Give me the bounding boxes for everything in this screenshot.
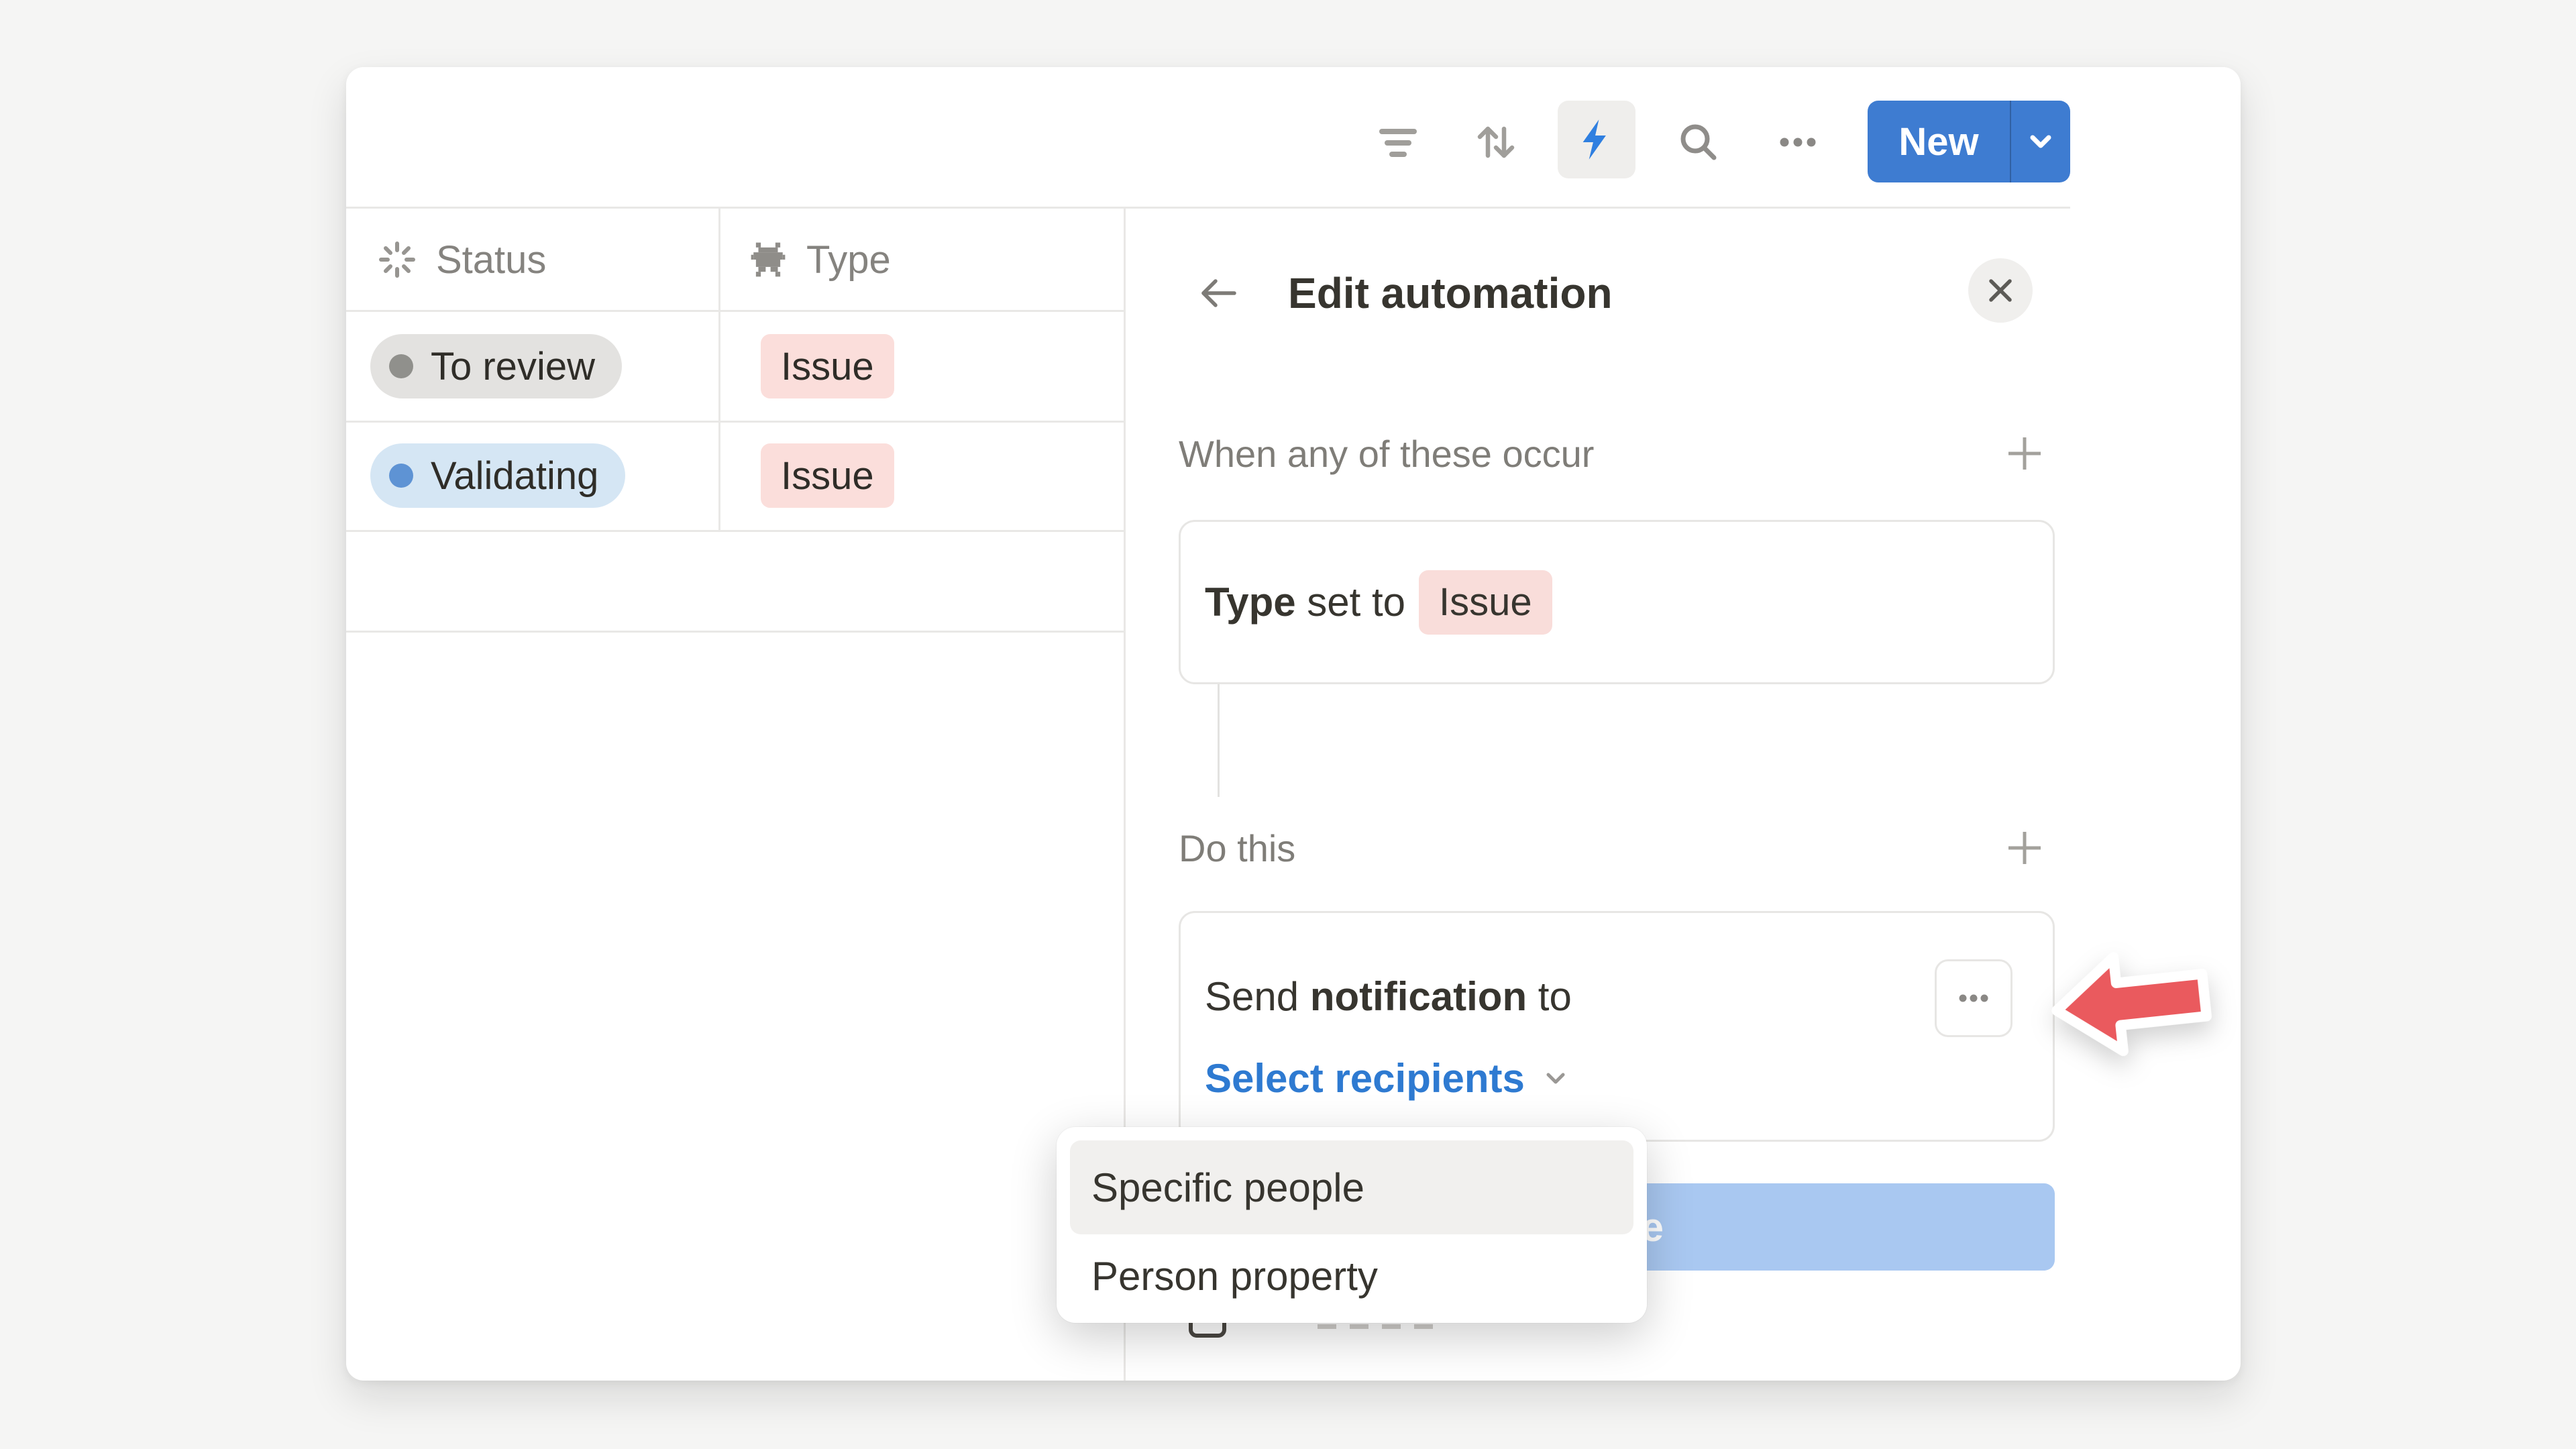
column-header-label: Type	[806, 237, 891, 282]
select-recipients-label[interactable]: Select recipients	[1205, 1055, 1525, 1102]
trigger-value-label: Issue	[1439, 580, 1532, 625]
table-row-0-type-cell[interactable]: Issue	[761, 334, 894, 398]
menu-item-person-property[interactable]: Person property	[1070, 1236, 1633, 1316]
column-header-status[interactable]: Status	[377, 211, 546, 309]
chevron-down-icon	[1541, 1063, 1570, 1093]
table-row-0-status-cell[interactable]: To review	[370, 334, 622, 398]
action-description: Send notification to	[1205, 972, 1572, 1020]
page-background: New Status	[0, 0, 2576, 1449]
chevron-down-icon	[2025, 125, 2057, 158]
arrow-left-icon	[1195, 270, 1241, 316]
table-line	[346, 310, 1124, 312]
sort-icon	[1470, 117, 1521, 168]
bug-icon	[749, 240, 788, 279]
recipients-dropdown-menu: Specific people Person property	[1057, 1127, 1647, 1323]
type-tag-label: Issue	[781, 453, 874, 498]
hidden-text-fragment	[1350, 1324, 1368, 1329]
trigger-verb-text: set to	[1307, 579, 1405, 625]
table-line	[346, 421, 1124, 423]
trigger-property: Type	[1205, 579, 1296, 625]
status-dot-icon	[389, 354, 413, 378]
new-button-label[interactable]: New	[1868, 101, 2010, 182]
type-tag-label: Issue	[781, 344, 874, 389]
action-text-bold: notification	[1310, 973, 1527, 1020]
new-dropdown-button[interactable]	[2011, 101, 2070, 182]
trigger-value-tag: Issue	[1419, 570, 1552, 635]
sort-button[interactable]	[1470, 117, 1521, 168]
column-header-label: Status	[436, 237, 546, 282]
action-more-button[interactable]	[1935, 959, 2012, 1037]
annotation-arrow-icon	[2040, 930, 2220, 1075]
trigger-card[interactable]: Type set to Issue	[1179, 520, 2055, 684]
ellipsis-icon	[1953, 978, 1994, 1018]
status-pill[interactable]: To review	[370, 334, 622, 398]
table-line	[346, 631, 1124, 633]
flow-connector-line	[1218, 684, 1220, 797]
add-trigger-button[interactable]	[2003, 432, 2046, 475]
space	[1299, 973, 1310, 1020]
panel-title: Edit automation	[1288, 266, 1613, 320]
menu-item-label: Specific people	[1091, 1165, 1364, 1211]
table-row-1-status-cell[interactable]: Validating	[370, 444, 625, 507]
hidden-text-fragment	[1414, 1324, 1433, 1329]
ellipsis-icon	[1772, 117, 1823, 168]
select-recipients-dropdown[interactable]: Select recipients	[1205, 1054, 1570, 1102]
close-button[interactable]	[1968, 258, 2033, 323]
hidden-text-fragment	[1318, 1324, 1336, 1329]
column-divider	[718, 208, 720, 530]
type-tag[interactable]: Issue	[761, 443, 894, 508]
filter-icon	[1373, 117, 1424, 168]
status-dot-icon	[389, 464, 413, 488]
action-text-post: to	[1538, 973, 1572, 1020]
search-button[interactable]	[1673, 117, 1724, 168]
status-spinner-icon	[377, 239, 417, 280]
action-section-label: Do this	[1179, 824, 1295, 872]
plus-icon	[2003, 432, 2046, 475]
plus-icon	[2003, 826, 2046, 869]
space	[1527, 973, 1538, 1020]
status-pill-label: Validating	[431, 453, 598, 498]
menu-item-label: Person property	[1091, 1253, 1378, 1299]
action-text-pre: Send	[1205, 973, 1299, 1020]
action-card[interactable]: Send notification to Select recipients	[1179, 911, 2055, 1142]
new-button[interactable]: New	[1868, 101, 2070, 182]
lightning-icon	[1574, 117, 1619, 162]
back-button[interactable]	[1195, 270, 1241, 316]
more-options-button[interactable]	[1772, 117, 1823, 168]
type-tag[interactable]: Issue	[761, 334, 894, 398]
trigger-section-label: When any of these occur	[1179, 429, 1594, 478]
hidden-text-fragment	[1382, 1324, 1401, 1329]
table-line	[346, 530, 1124, 532]
trigger-verb	[1296, 579, 1307, 625]
automations-button[interactable]	[1558, 101, 1635, 178]
filter-button[interactable]	[1373, 117, 1424, 168]
table-row-1-type-cell[interactable]: Issue	[761, 444, 894, 507]
status-pill-label: To review	[431, 344, 595, 389]
close-icon	[1986, 276, 2015, 305]
status-pill[interactable]: Validating	[370, 443, 625, 508]
add-action-button[interactable]	[2003, 826, 2046, 869]
column-header-type[interactable]: Type	[749, 211, 891, 309]
search-icon	[1673, 117, 1724, 168]
toolbar-divider	[346, 207, 2070, 209]
menu-item-specific-people[interactable]: Specific people	[1070, 1140, 1633, 1234]
app-window: New Status	[346, 67, 2241, 1381]
